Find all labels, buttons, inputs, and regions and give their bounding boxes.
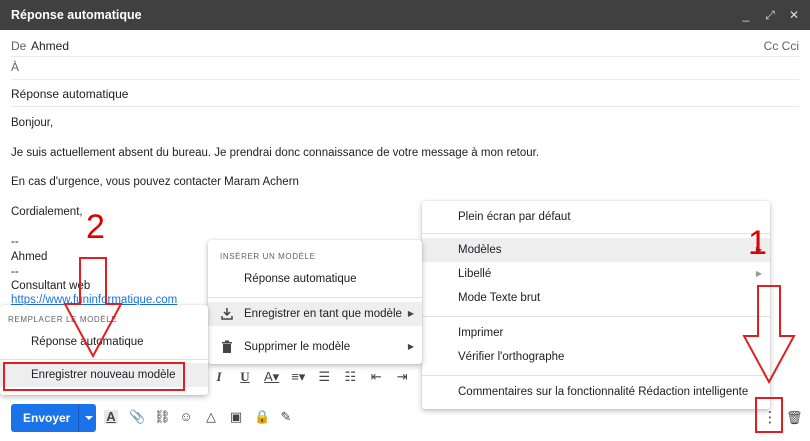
fullscreen-icon[interactable]: ⤢: [764, 8, 776, 22]
body-line: --: [11, 236, 19, 248]
annotation-number-1: 1: [748, 224, 767, 262]
menu-item-insert-template[interactable]: Réponse automatique: [208, 267, 422, 291]
menu-item-label: Modèles: [458, 244, 502, 256]
menu-item-replace-template[interactable]: Réponse automatique: [0, 330, 208, 354]
close-icon[interactable]: ✕: [788, 8, 800, 22]
bulleted-list-icon[interactable]: ☷: [343, 369, 357, 385]
from-field: De Ahmed Cc Cci: [11, 33, 799, 57]
body-line: Je suis actuellement absent du bureau. J…: [11, 147, 540, 159]
menu-separator: [208, 297, 422, 298]
signature-icon[interactable]: ✎: [279, 410, 293, 424]
send-options-chevron-icon[interactable]: [78, 404, 96, 432]
menu-item-label: Enregistrer en tant que modèle: [244, 308, 402, 320]
numbered-list-icon[interactable]: ☰: [317, 369, 331, 385]
menu-item-label: Libellé: [458, 268, 492, 280]
minimize-icon[interactable]: _: [740, 8, 752, 22]
formatting-toolbar: I U A▾ ≡▾ ☰ ☷ ⇤ ⇥: [212, 366, 409, 388]
submenu-heading: Remplacer le modèle: [8, 315, 118, 324]
to-field[interactable]: À: [11, 56, 799, 80]
menu-item-fullscreen-default[interactable]: Plein écran par défaut: [422, 205, 770, 229]
window-controls: _ ⤢ ✕: [740, 8, 800, 22]
download-icon: [221, 308, 233, 320]
menu-item-save-as-template[interactable]: Enregistrer en tant que modèle ▶: [208, 302, 422, 326]
save-template-submenu: Remplacer le modèle Réponse automatique …: [0, 305, 208, 395]
cc-bcc-link[interactable]: Cc Cci: [764, 39, 799, 53]
templates-submenu: Insérer un modèle Réponse automatique En…: [208, 240, 422, 364]
menu-item-templates[interactable]: Modèles ▶: [422, 238, 770, 262]
submenu-heading: Insérer un modèle: [220, 252, 316, 261]
submenu-arrow-icon: ▶: [407, 309, 414, 318]
subject-value[interactable]: Réponse automatique: [11, 87, 128, 101]
body-line: Cordialement,: [11, 206, 83, 218]
indent-less-icon[interactable]: ⇤: [369, 369, 383, 385]
trash-icon: [222, 340, 232, 353]
menu-item-print[interactable]: Imprimer: [422, 321, 770, 345]
body-line: Consultant web: [11, 280, 91, 292]
compose-title-bar: Réponse automatique _ ⤢ ✕: [0, 0, 810, 30]
subject-field[interactable]: Réponse automatique: [11, 80, 799, 107]
underline-icon[interactable]: U: [238, 369, 252, 385]
body-line: En cas d'urgence, vous pouvez contacter …: [11, 176, 299, 188]
send-button[interactable]: Envoyer: [11, 404, 96, 432]
menu-item-delete-template[interactable]: Supprimer le modèle ▶: [208, 335, 422, 359]
insert-photo-icon[interactable]: ▣: [229, 410, 243, 424]
compose-bottom-toolbar: Envoyer A 📎 ⛓ ☺ △ ▣ 🔒 ✎ ⋮ 🗑: [0, 400, 810, 441]
more-options-icon[interactable]: ⋮: [762, 408, 778, 428]
body-line: Bonjour,: [11, 117, 54, 129]
menu-item-save-new-template[interactable]: Enregistrer nouveau modèle: [0, 363, 208, 387]
submenu-arrow-icon: ▶: [755, 269, 762, 278]
menu-item-plain-text[interactable]: Mode Texte brut: [422, 286, 770, 310]
drive-icon[interactable]: △: [204, 410, 218, 424]
menu-separator: [422, 233, 770, 234]
from-label: De: [11, 39, 27, 53]
text-color-icon[interactable]: A▾: [264, 369, 279, 385]
indent-more-icon[interactable]: ⇥: [395, 369, 409, 385]
menu-item-label: Supprimer le modèle: [244, 341, 351, 353]
compose-actions: A 📎 ⛓ ☺ △ ▣ 🔒 ✎: [104, 410, 293, 424]
window-title: Réponse automatique: [11, 8, 142, 22]
insert-link-icon[interactable]: ⛓: [154, 410, 171, 424]
formatting-options-icon[interactable]: A: [104, 410, 118, 424]
confidential-mode-icon[interactable]: 🔒: [254, 410, 270, 424]
more-options-menu: Plein écran par défaut Modèles ▶ Libellé…: [422, 201, 770, 409]
menu-separator: [422, 375, 770, 376]
submenu-arrow-icon: ▶: [407, 342, 414, 351]
emoji-icon[interactable]: ☺: [179, 410, 193, 424]
attach-file-icon[interactable]: 📎: [129, 410, 145, 424]
discard-draft-icon[interactable]: 🗑: [786, 410, 803, 426]
from-value[interactable]: Ahmed: [31, 39, 69, 53]
to-label: À: [11, 60, 20, 74]
body-line: Ahmed: [11, 251, 48, 263]
body-line: --: [11, 266, 19, 278]
menu-separator: [422, 316, 770, 317]
menu-item-label-submenu[interactable]: Libellé ▶: [422, 262, 770, 286]
menu-separator: [0, 359, 208, 360]
annotation-number-2: 2: [86, 208, 105, 246]
italic-icon[interactable]: I: [212, 369, 226, 385]
align-icon[interactable]: ≡▾: [291, 369, 305, 385]
send-button-label: Envoyer: [23, 411, 71, 425]
menu-item-spellcheck[interactable]: Vérifier l'orthographe: [422, 345, 770, 369]
